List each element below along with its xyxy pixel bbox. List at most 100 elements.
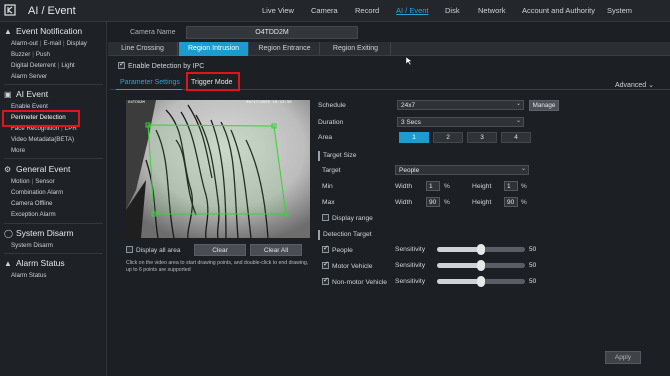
slider-handle[interactable] — [477, 276, 485, 287]
nav-system[interactable]: System — [607, 6, 632, 15]
tab-region-entrance[interactable]: Region Entrance — [250, 42, 320, 56]
sidebar-item-light[interactable]: Light — [61, 62, 74, 69]
sidebar-item-system-disarm[interactable]: System Disarm — [11, 242, 53, 249]
divider — [4, 223, 103, 224]
section-title: Event Notification — [16, 26, 83, 36]
max-width-unit: % — [444, 199, 450, 206]
min-width-unit: % — [444, 183, 450, 190]
advanced-label: Advanced — [615, 82, 647, 89]
max-height-label: Height — [472, 199, 492, 206]
max-width-input[interactable]: 90 — [426, 197, 440, 207]
slider-handle[interactable] — [477, 244, 485, 255]
nav-live-view[interactable]: Live View — [262, 6, 294, 15]
sidebar-item-alarm-server[interactable]: Alarm Server — [11, 73, 47, 80]
video-osd-camera: O4TDD2M — [128, 101, 145, 105]
target-value: People — [399, 167, 420, 174]
chevron-down-icon: ⌄ — [515, 101, 521, 107]
min-height-unit: % — [521, 183, 527, 190]
nav-ai-event[interactable]: AI / Event — [396, 6, 429, 15]
enable-detection-label: Enable Detection by IPC — [128, 63, 205, 70]
people-sensitivity-slider[interactable] — [437, 244, 525, 255]
detect-people-checkbox[interactable] — [322, 244, 329, 253]
schedule-select[interactable]: 24x7 ⌄ — [397, 100, 524, 110]
manage-button[interactable]: Manage — [529, 100, 559, 111]
detect-people-label: People — [332, 247, 353, 254]
sidebar-item-email[interactable]: E-mail — [43, 40, 61, 47]
video-osd-timestamp: 04/17/2025 16:13:38 — [246, 101, 292, 105]
display-all-area-checkbox[interactable] — [126, 246, 133, 253]
clear-button[interactable]: Clear — [194, 244, 246, 256]
tab-region-exiting[interactable]: Region Exiting — [321, 42, 391, 56]
max-height-input[interactable]: 90 — [504, 197, 518, 207]
sidebar-item-combination-alarm[interactable]: Combination Alarm — [11, 189, 63, 196]
highlight-box — [186, 72, 240, 91]
sidebar-item-exception-alarm[interactable]: Exception Alarm — [11, 211, 56, 218]
motor-vehicle-sensitivity-slider[interactable] — [437, 260, 525, 271]
highlight-box — [2, 110, 80, 127]
advanced-dropdown[interactable]: Advanced ⌄ — [615, 81, 654, 89]
sidebar-section-general-event[interactable]: ⚙ General Event — [4, 164, 70, 174]
video-preview[interactable]: O4TDD2M 04/17/2025 16:13:38 — [126, 100, 310, 238]
tab-line-crossing[interactable]: Line Crossing — [108, 42, 178, 56]
detect-non-motor-vehicle-label: Non-motor Vehicle — [332, 279, 388, 286]
area-button-2[interactable]: 2 — [433, 132, 463, 143]
slider-handle[interactable] — [477, 260, 485, 271]
sidebar-item-display[interactable]: Display — [67, 40, 87, 47]
area-button-3[interactable]: 3 — [467, 132, 497, 143]
top-navigation-bar: AI / Event Live View Camera Record AI / … — [0, 0, 670, 22]
display-range-row[interactable]: Display range — [322, 214, 373, 222]
display-range-checkbox[interactable] — [322, 214, 329, 221]
sidebar-item-video-metadata[interactable]: Video Metadata(BETA) — [11, 136, 74, 143]
sidebar-item-more[interactable]: More — [11, 147, 25, 154]
chevron-down-icon: ⌄ — [648, 82, 654, 89]
sidebar-row: Digital Deterrent | Light — [11, 62, 75, 69]
sidebar-item-alarm-status[interactable]: Alarm Status — [11, 272, 46, 279]
nav-record[interactable]: Record — [355, 6, 379, 15]
camera-image — [126, 100, 310, 238]
detect-people-row[interactable]: People — [322, 244, 353, 254]
subtab-parameter-settings[interactable]: Parameter Settings — [120, 79, 180, 86]
detect-motor-vehicle-row[interactable]: Motor Vehicle — [322, 260, 373, 270]
sidebar-item-alarm-out[interactable]: Alarm-out — [11, 40, 38, 47]
detect-non-motor-vehicle-row[interactable]: Non-motor Vehicle — [322, 276, 388, 286]
non-motor-vehicle-sensitivity-slider[interactable] — [437, 276, 525, 287]
ai-icon: ▣ — [4, 90, 12, 99]
min-width-input[interactable]: 1 — [426, 181, 440, 191]
sidebar-item-sensor[interactable]: Sensor — [35, 178, 55, 185]
clear-all-button[interactable]: Clear All — [250, 244, 302, 256]
detect-motor-vehicle-checkbox[interactable] — [322, 260, 329, 269]
tab-region-intrusion[interactable]: Region Intrusion — [179, 42, 249, 56]
apply-button[interactable]: Apply — [605, 351, 641, 364]
sidebar-row: Motion | Sensor — [11, 178, 55, 185]
sidebar-item-buzzer[interactable]: Buzzer — [11, 51, 30, 58]
sidebar-item-camera-offline[interactable]: Camera Offline — [11, 200, 53, 207]
sidebar-item-push[interactable]: Push — [36, 51, 50, 58]
sidebar-item-digital-deterrent[interactable]: Digital Deterrent — [11, 62, 56, 69]
nav-camera[interactable]: Camera — [311, 6, 338, 15]
section-title: System Disarm — [16, 228, 74, 238]
sidebar-section-ai-event[interactable]: ▣ AI Event — [4, 89, 48, 99]
sidebar-section-alarm-status[interactable]: ▲ Alarm Status — [4, 258, 65, 268]
area-button-4[interactable]: 4 — [501, 132, 531, 143]
camera-name-field[interactable]: O4TDD2M — [186, 26, 358, 39]
sidebar-item-motion[interactable]: Motion — [11, 178, 30, 185]
area-button-1[interactable]: 1 — [399, 132, 429, 143]
enable-detection-checkbox[interactable] — [118, 60, 125, 69]
chevron-down-icon: ⌄ — [515, 118, 521, 124]
non-motor-vehicle-sensitivity-value: 50 — [529, 278, 537, 285]
back-home-icon[interactable] — [4, 4, 18, 18]
detect-non-motor-vehicle-checkbox[interactable] — [322, 276, 329, 285]
target-select[interactable]: People ⌄ — [395, 165, 529, 175]
sidebar-section-event-notification[interactable]: ▲ Event Notification — [4, 26, 82, 36]
nav-disk[interactable]: Disk — [445, 6, 460, 15]
nav-account-authority[interactable]: Account and Authority — [522, 6, 595, 15]
sidebar: ▲ Event Notification Alarm-out | E-mail | Dis… — [0, 22, 107, 376]
sidebar-section-system-disarm[interactable]: ◯ System Disarm — [4, 228, 74, 238]
duration-select[interactable]: 3 Secs ⌄ — [397, 117, 524, 127]
duration-value: 3 Secs — [401, 119, 421, 126]
sidebar-item-enable-event[interactable]: Enable Event — [11, 103, 48, 110]
nav-network[interactable]: Network — [478, 6, 506, 15]
min-height-input[interactable]: 1 — [504, 181, 518, 191]
enable-detection-row[interactable]: Enable Detection by IPC — [118, 60, 205, 70]
display-all-area-row[interactable]: Display all area — [126, 246, 180, 254]
